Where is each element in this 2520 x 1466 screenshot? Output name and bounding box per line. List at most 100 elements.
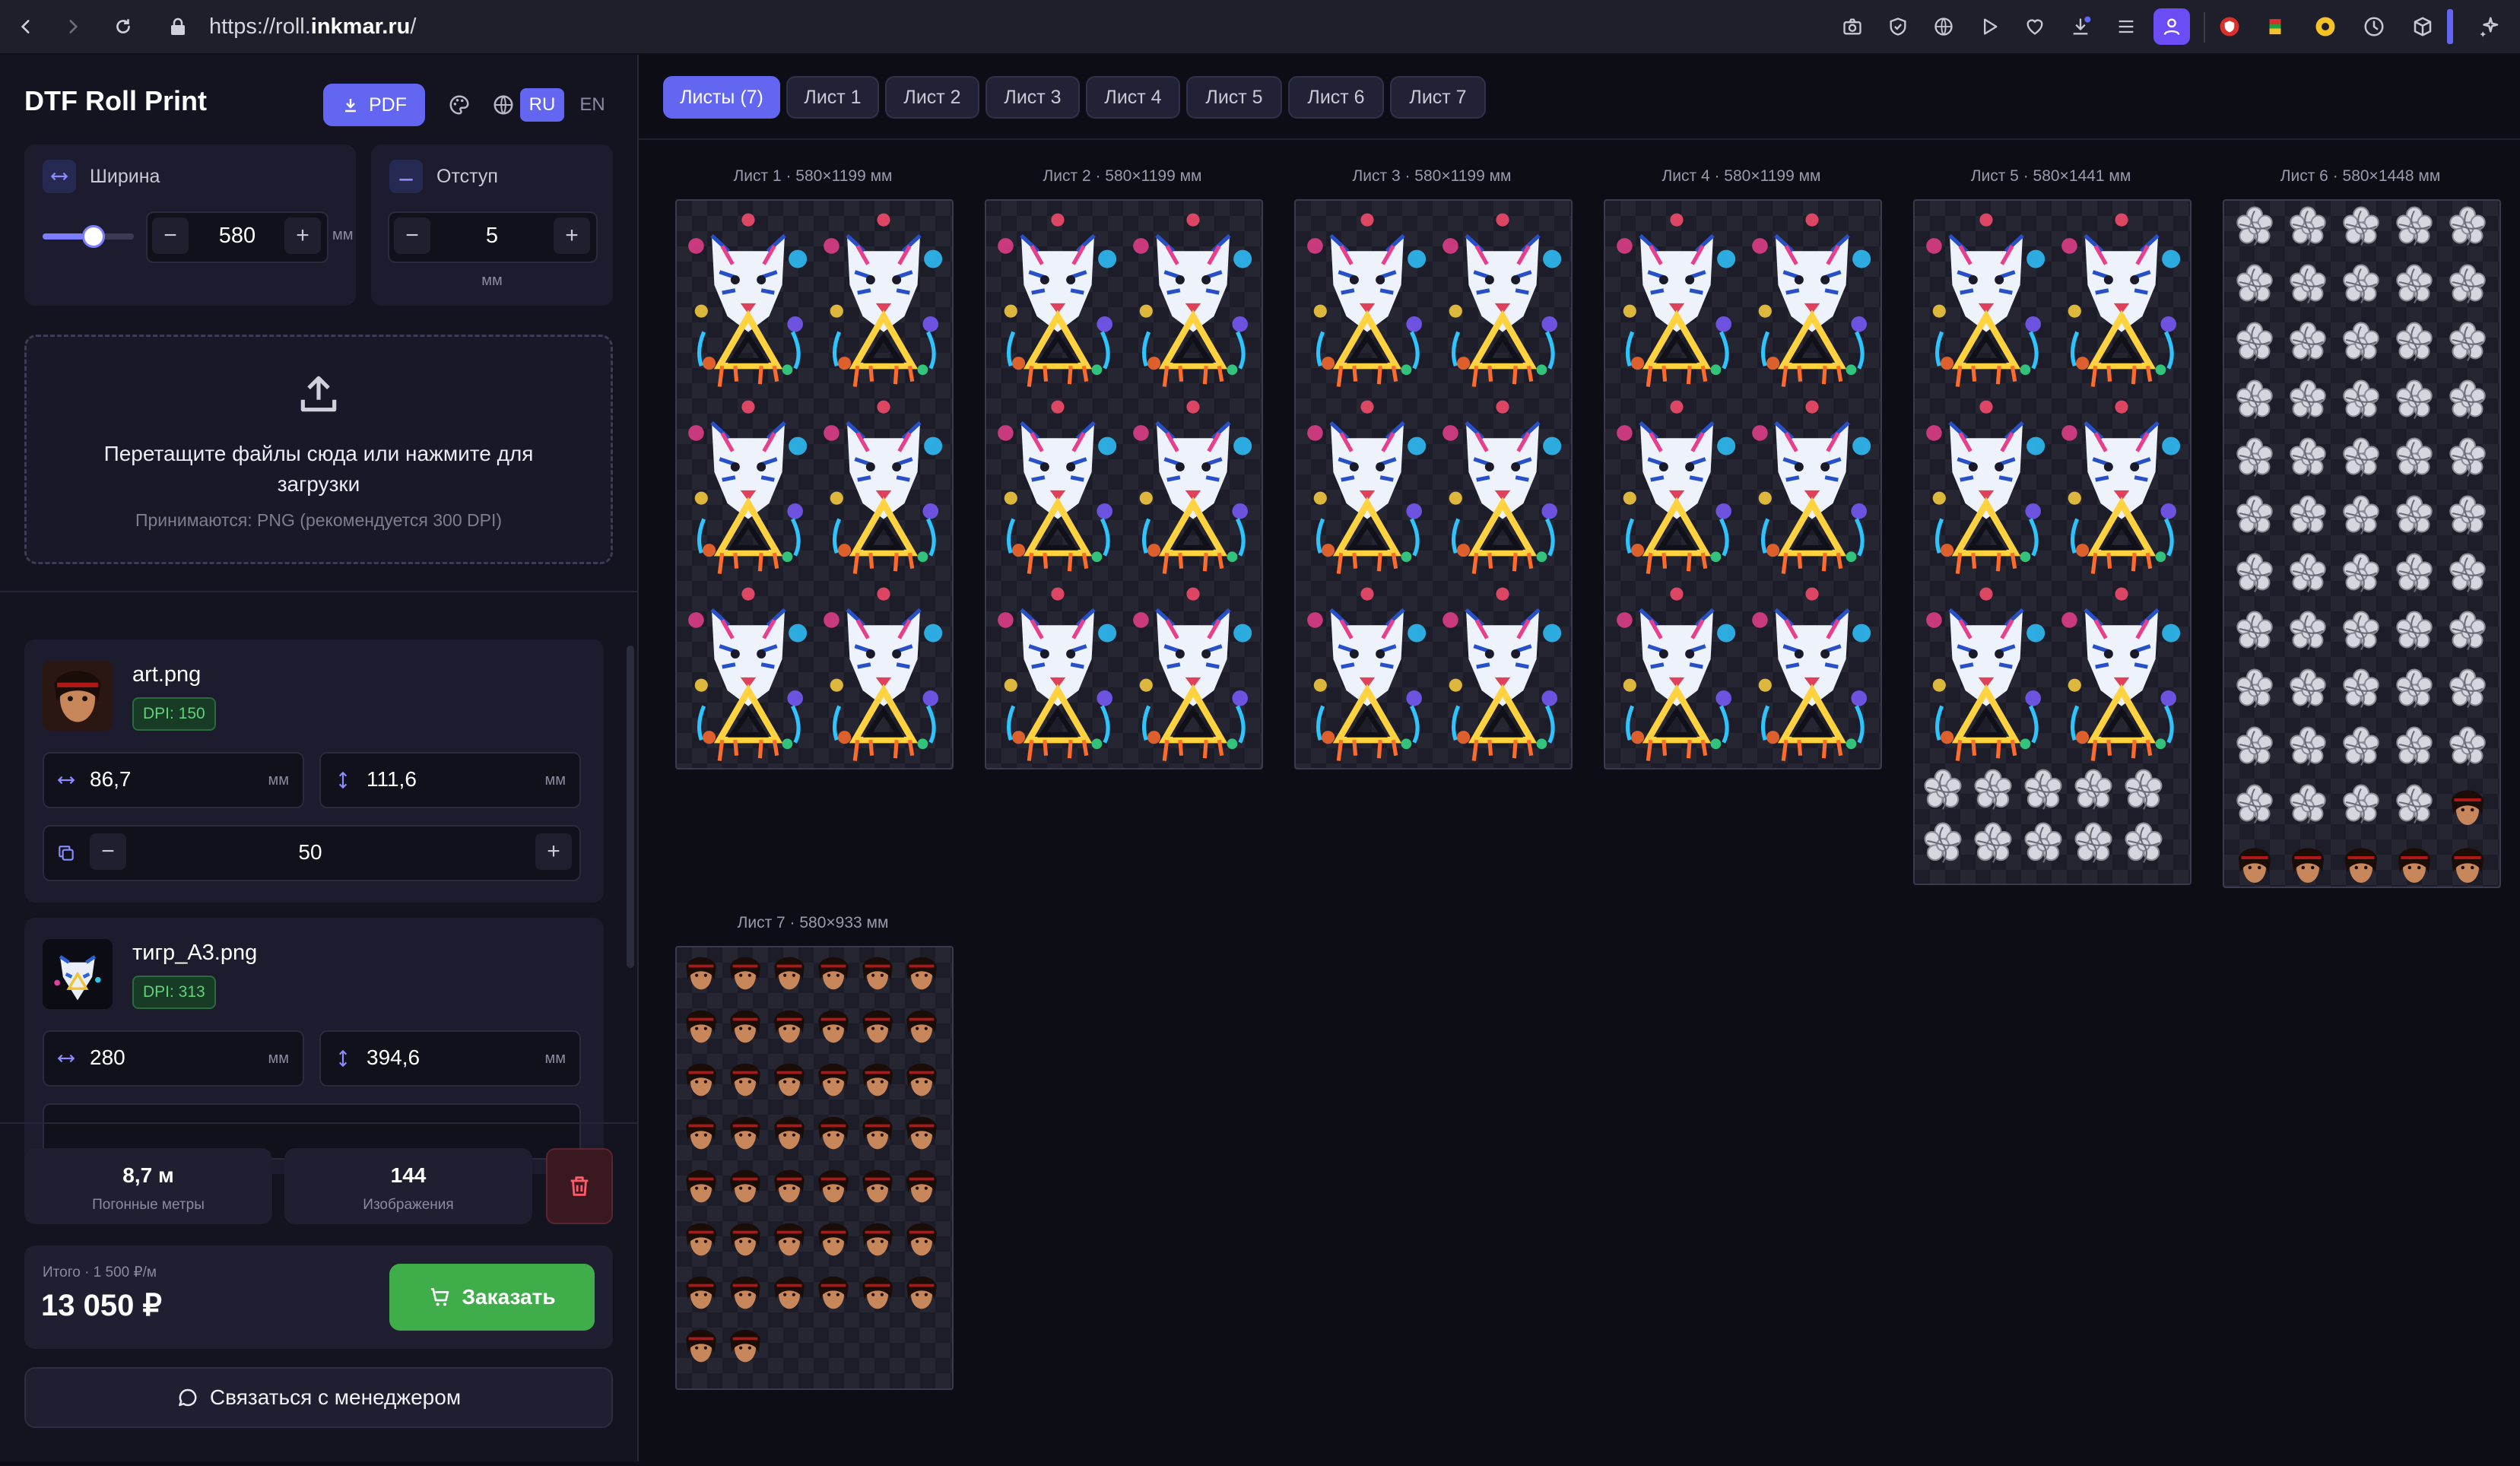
width-slider-thumb[interactable] [82,225,105,248]
width-value[interactable]: 580 [193,224,281,249]
tab-sheet-5[interactable]: Лист 5 [1186,76,1282,119]
file-count-value[interactable]: 50 [135,840,485,865]
order-button[interactable]: Заказать [389,1264,595,1331]
face-print [686,1063,716,1096]
tiger-print [1133,400,1252,574]
file-width-unit: мм [268,1050,290,1067]
profile-icon[interactable] [2153,8,2190,45]
lang-ru-button[interactable]: RU [520,88,564,122]
file-thumbnail [43,661,113,731]
flower-print [2343,206,2379,246]
file-height-field[interactable]: 394,6 мм [319,1030,581,1087]
gap-card: Отступ − 5 + мм [371,144,613,306]
globe-icon [487,88,520,122]
tiger-print [1442,587,1562,761]
play-icon[interactable] [1976,13,2003,40]
back-icon[interactable] [12,13,40,40]
tab-all-sheets[interactable]: Листы (7) [663,76,780,119]
flower-print [1924,769,1962,810]
face-print [906,1223,937,1256]
file-height-value[interactable]: 394,6 [367,1046,420,1070]
flower-print [2343,553,2379,593]
dpi-badge: DPI: 313 [132,976,216,1009]
file-height-unit: мм [544,772,567,789]
extension-clock-icon[interactable] [2360,13,2388,40]
clear-all-button[interactable] [546,1148,613,1224]
flower-print [2449,495,2486,535]
file-list-scrollbar[interactable] [627,646,634,968]
sheet-5[interactable] [1913,199,2192,885]
ai-sparkle-icon[interactable] [2476,13,2503,40]
tiger-print [1307,213,1427,387]
sheets-view: Листы (7) Лист 1 Лист 2 Лист 3 Лист 4 Ли… [639,55,2520,1461]
gap-value[interactable]: 5 [435,224,549,249]
tab-sheet-4[interactable]: Лист 4 [1086,76,1180,119]
file-width-field[interactable]: 280 мм [43,1030,304,1087]
gap-decrease-button[interactable]: − [394,217,430,254]
file-thumbnail [43,939,113,1009]
face-print [862,1010,893,1043]
tab-sheet-3[interactable]: Лист 3 [985,76,1080,119]
tab-sheet-7[interactable]: Лист 7 [1390,76,1486,119]
extension-shield-icon[interactable] [2216,13,2243,40]
file-count-stepper: − 50 + [43,825,581,881]
flower-print [2236,206,2273,246]
palette-icon[interactable] [443,88,476,122]
sheet-3[interactable] [1294,199,1573,769]
forward-icon[interactable] [59,13,87,40]
tiger-print [998,587,1117,761]
flower-print [2290,553,2326,593]
lang-en-button[interactable]: EN [570,88,614,122]
flower-print [2125,769,2163,810]
face-print [774,1010,805,1043]
extension-coin-icon[interactable] [2312,13,2339,40]
flower-print [2449,206,2486,246]
gap-increase-button[interactable]: + [554,217,590,254]
file-width-field[interactable]: 86,7 мм [43,752,304,808]
face-print [862,957,893,990]
reload-icon[interactable] [109,13,137,40]
heart-icon[interactable] [2021,13,2049,40]
sheet-4[interactable] [1604,199,1882,769]
sheet-7[interactable] [675,946,954,1390]
order-button-label: Заказать [462,1285,556,1309]
flower-print [2396,322,2433,362]
width-decrease-button[interactable]: − [152,217,189,254]
face-print [2238,848,2271,883]
file-height-field[interactable]: 111,6 мм [319,752,581,808]
camera-icon[interactable] [1839,13,1866,40]
extensions-cube-icon[interactable] [2409,13,2436,40]
sheet-2[interactable] [985,199,1263,769]
tab-sheet-6[interactable]: Лист 6 [1288,76,1384,119]
count-decrease-button[interactable]: − [90,833,126,870]
shield-icon[interactable] [1884,13,1912,40]
menu-icon[interactable] [2112,13,2140,40]
flower-print [2343,379,2379,420]
images-stat: 144 Изображения [284,1148,532,1224]
file-width-value[interactable]: 280 [90,1046,125,1070]
count-increase-button[interactable]: + [535,833,572,870]
sheet-6[interactable] [2223,199,2501,888]
file-width-value[interactable]: 86,7 [90,767,132,792]
download-icon[interactable] [2067,13,2094,40]
flower-print [2396,611,2433,651]
extension-flag-icon[interactable] [2261,13,2289,40]
sheet-5-label: Лист 5 · 580×1441 мм [1970,167,2131,185]
tab-sheet-1[interactable]: Лист 1 [786,76,879,119]
upload-dropzone[interactable]: Перетащите файлы сюда или нажмите для за… [24,335,613,564]
width-increase-button[interactable]: + [284,217,321,254]
width-slider-track[interactable] [43,225,134,248]
upload-hint: Принимаются: PNG (рекомендуется 300 DPI) [135,510,503,530]
flower-print [2396,668,2433,709]
pdf-button[interactable]: PDF [323,84,425,126]
file-height-value[interactable]: 111,6 [367,767,417,792]
width-arrows-icon [57,1054,75,1063]
tiger-print [1307,400,1427,574]
flower-print [2449,611,2486,651]
vpn-globe-icon[interactable] [1930,13,1957,40]
tab-sheet-2[interactable]: Лист 2 [885,76,979,119]
sheet-1[interactable] [675,199,954,769]
contact-manager-button[interactable]: Связаться с менеджером [24,1367,613,1428]
flower-print [2290,726,2326,766]
address-bar[interactable]: https://roll.inkmar.ru/ [209,11,416,43]
